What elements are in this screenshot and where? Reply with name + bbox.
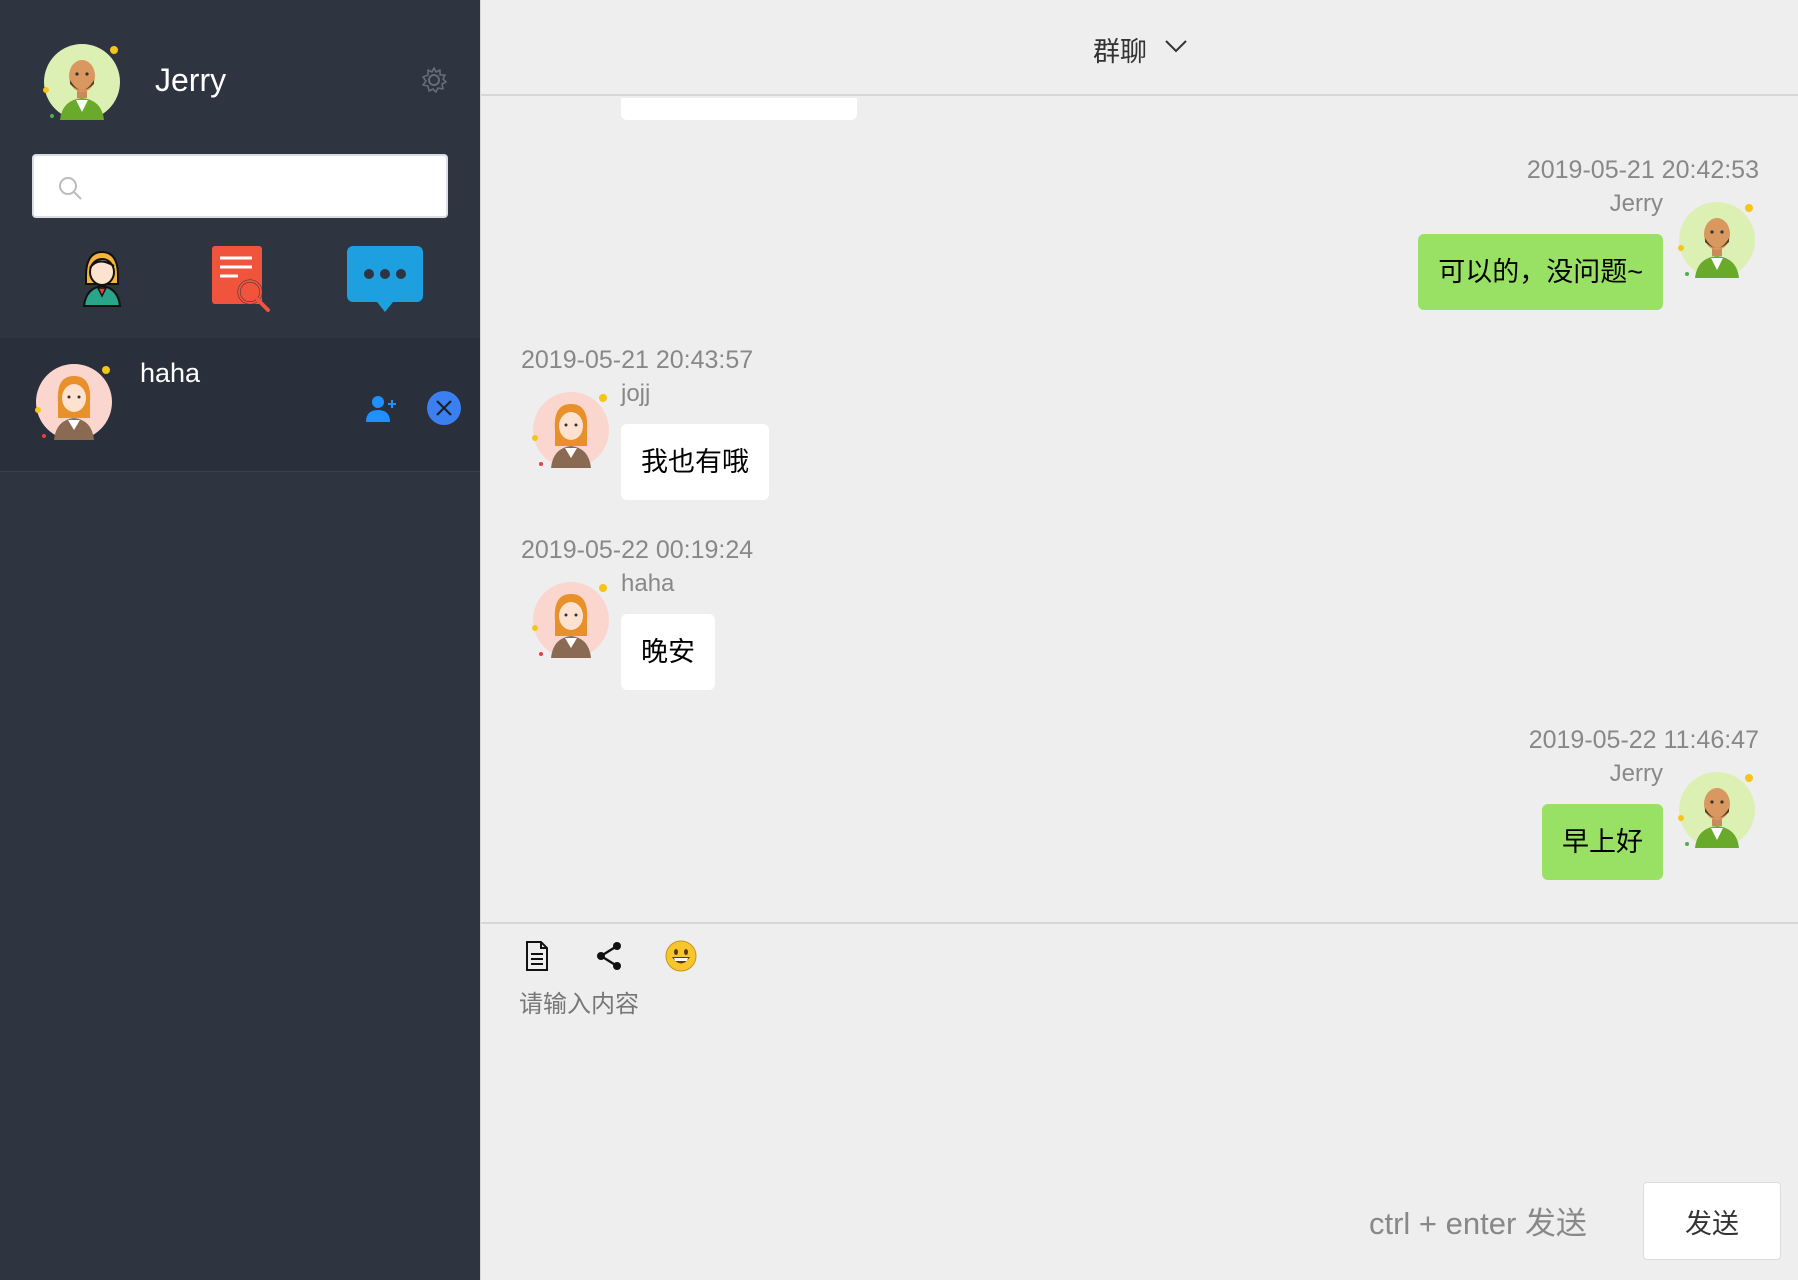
user-avatar[interactable]: [42, 42, 122, 122]
session-list: haha: [0, 338, 480, 472]
message-sender: Jerry: [1609, 760, 1663, 787]
add-user-icon[interactable]: [364, 392, 398, 426]
chat-panel: 群聊 2019-05-21 20:42:53 Jerry 可以的，没问题~ 20…: [480, 0, 1798, 1280]
chevron-down-icon[interactable]: [1163, 36, 1189, 56]
message-bubble: 早上好: [1542, 804, 1663, 880]
file-icon[interactable]: [521, 940, 553, 972]
sender-avatar: [531, 390, 611, 470]
message-composer: ctrl + enter 发送 发送: [481, 922, 1798, 1280]
message-sender: jojj: [621, 380, 651, 407]
chat-title[interactable]: 群聊: [1093, 30, 1147, 69]
send-hint: ctrl + enter 发送: [1369, 1206, 1587, 1241]
message-time: 2019-05-22 11:46:47: [1528, 726, 1759, 754]
contact-avatar: [34, 362, 114, 442]
message-sender: haha: [621, 570, 675, 597]
session-name: haha: [140, 358, 201, 388]
message-time: 2019-05-21 20:42:53: [1526, 156, 1759, 184]
sender-avatar: [1677, 770, 1757, 850]
chat-bubble-icon[interactable]: [345, 240, 425, 320]
close-icon[interactable]: [426, 390, 462, 426]
message-item: 2019-05-22 11:46:47 Jerry 早上好: [481, 718, 1798, 918]
message-list: 2019-05-21 20:42:53 Jerry 可以的，没问题~ 2019-…: [481, 98, 1798, 922]
message-sender: Jerry: [1609, 190, 1663, 217]
message-item: 2019-05-21 20:42:53 Jerry 可以的，没问题~: [481, 98, 1798, 310]
send-button[interactable]: 发送: [1643, 1182, 1781, 1260]
contacts-icon[interactable]: [62, 240, 142, 320]
chat-header: 群聊: [481, 0, 1798, 96]
sender-avatar: [531, 580, 611, 660]
profile-header: Jerry: [0, 0, 480, 140]
gear-icon[interactable]: [420, 66, 448, 94]
message-time: 2019-05-21 20:43:57: [521, 346, 754, 374]
search-icon: [56, 174, 84, 202]
session-item[interactable]: haha: [0, 338, 480, 472]
message-bubble: 可以的，没问题~: [1418, 234, 1663, 310]
sidebar: Jerry haha: [0, 0, 480, 1280]
username: Jerry: [155, 62, 227, 98]
message-bubble: 晚安: [621, 614, 715, 690]
sender-avatar: [1677, 200, 1757, 280]
message-bubble: 我也有哦: [621, 424, 769, 500]
message-time: 2019-05-22 00:19:24: [521, 536, 754, 564]
message-item: 2019-05-21 20:43:57 jojj 我也有哦: [481, 338, 1798, 508]
nav-icons: [0, 240, 480, 320]
message-item: 2019-05-22 00:19:24 haha 晚安: [481, 528, 1798, 698]
share-icon[interactable]: [593, 940, 625, 972]
search-box[interactable]: [32, 154, 448, 218]
emoji-icon[interactable]: [665, 940, 697, 972]
search-document-icon[interactable]: [200, 240, 280, 320]
search-input[interactable]: [98, 166, 428, 206]
message-input[interactable]: [519, 984, 1749, 1184]
